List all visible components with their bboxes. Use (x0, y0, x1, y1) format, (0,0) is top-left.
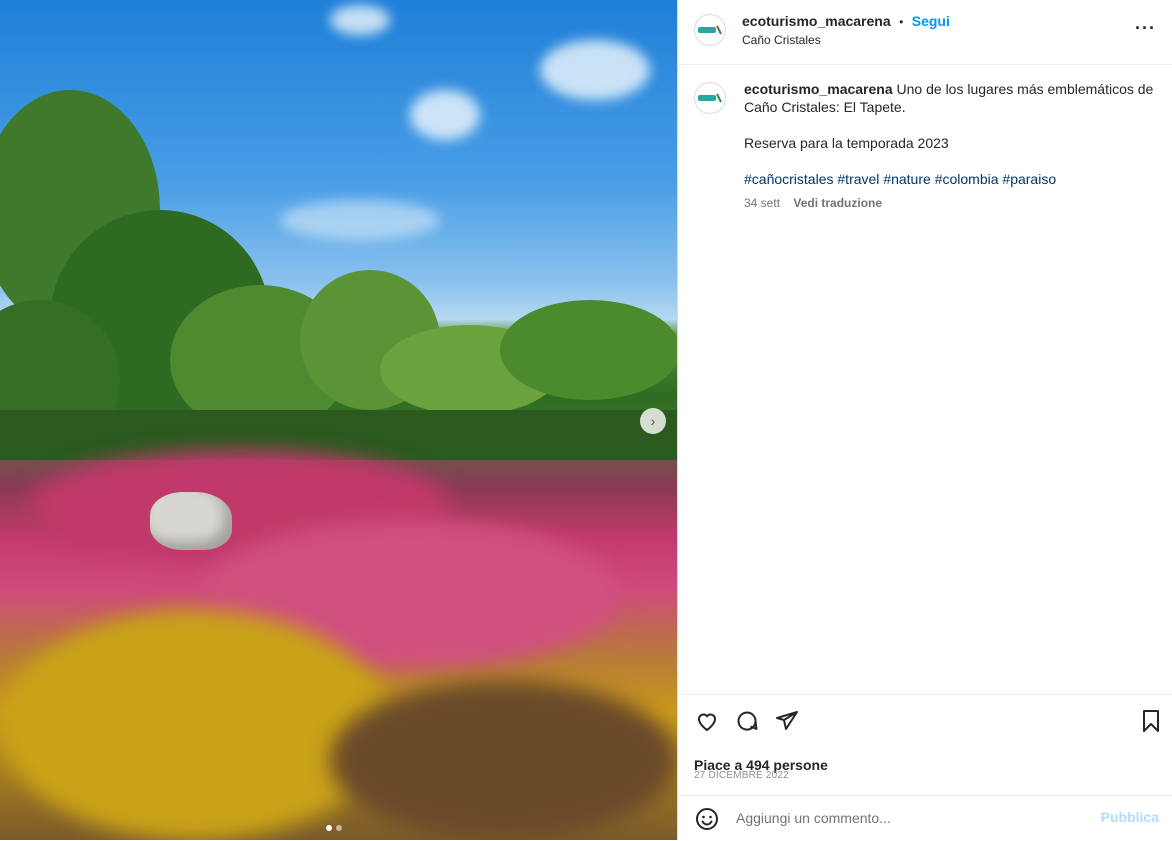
comment-input[interactable] (734, 809, 1078, 827)
send-icon (776, 711, 798, 730)
save-button[interactable] (1138, 708, 1164, 734)
location-link[interactable]: Caño Cristales (742, 33, 821, 47)
caption-time[interactable]: 34 sett (744, 196, 780, 210)
carousel-dot-active (326, 825, 332, 831)
caption-username[interactable]: ecoturismo_macarena (744, 81, 893, 97)
post-header: ecoturismo_macarena • Segui Caño Cristal… (678, 0, 1172, 65)
hashtag-link[interactable]: #cañocristales (744, 171, 834, 187)
action-bar (678, 694, 1172, 732)
like-button[interactable] (694, 708, 720, 734)
heart-icon (697, 713, 717, 732)
follow-button[interactable]: Segui (912, 13, 950, 29)
publish-button[interactable]: Pubblica (1101, 809, 1159, 825)
comment-icon (737, 711, 758, 731)
emoji-button[interactable] (694, 806, 720, 832)
header-user-row: ecoturismo_macarena • Segui (742, 13, 950, 31)
hashtag-link[interactable]: #nature (883, 171, 930, 187)
tree-line (0, 90, 677, 460)
hashtag-link[interactable]: #travel (837, 171, 879, 187)
header-separator: • (899, 15, 904, 29)
caption-text-2: Reserva para la temporada 2023 (744, 135, 949, 151)
more-options-button[interactable]: ··· (1135, 18, 1156, 39)
hashtag-row: #cañocristales #travel #nature #colombia… (744, 170, 1154, 188)
carousel-indicator (326, 825, 342, 831)
comment-button[interactable] (734, 708, 760, 734)
cloud (330, 5, 390, 35)
post-image[interactable]: › (0, 0, 677, 840)
share-button[interactable] (774, 708, 800, 734)
post-panel: ecoturismo_macarena • Segui Caño Cristal… (677, 0, 1172, 840)
river-algae (0, 610, 390, 840)
rock (150, 492, 232, 550)
avatar[interactable] (694, 14, 726, 46)
river-bed (330, 680, 677, 840)
bookmark-icon (1143, 710, 1159, 732)
caption: ecoturismo_macarena Uno de los lugares m… (744, 80, 1154, 188)
hashtag-link[interactable]: #paraiso (1002, 171, 1056, 187)
more-horizontal-icon: ··· (1135, 18, 1156, 38)
carousel-dot (336, 825, 342, 831)
next-image-button[interactable]: › (640, 408, 666, 434)
header-username[interactable]: ecoturismo_macarena (742, 13, 891, 29)
translate-button[interactable]: Vedi traduzione (793, 196, 882, 210)
caption-avatar[interactable] (694, 82, 726, 114)
post-date[interactable]: 27 DICEMBRE 2022 (694, 770, 789, 781)
caption-meta: 34 sett Vedi traduzione (744, 196, 882, 210)
chevron-right-icon: › (650, 413, 656, 429)
hashtag-link[interactable]: #colombia (935, 171, 999, 187)
comment-bar: Pubblica (678, 795, 1172, 841)
emoji-icon (696, 808, 718, 830)
